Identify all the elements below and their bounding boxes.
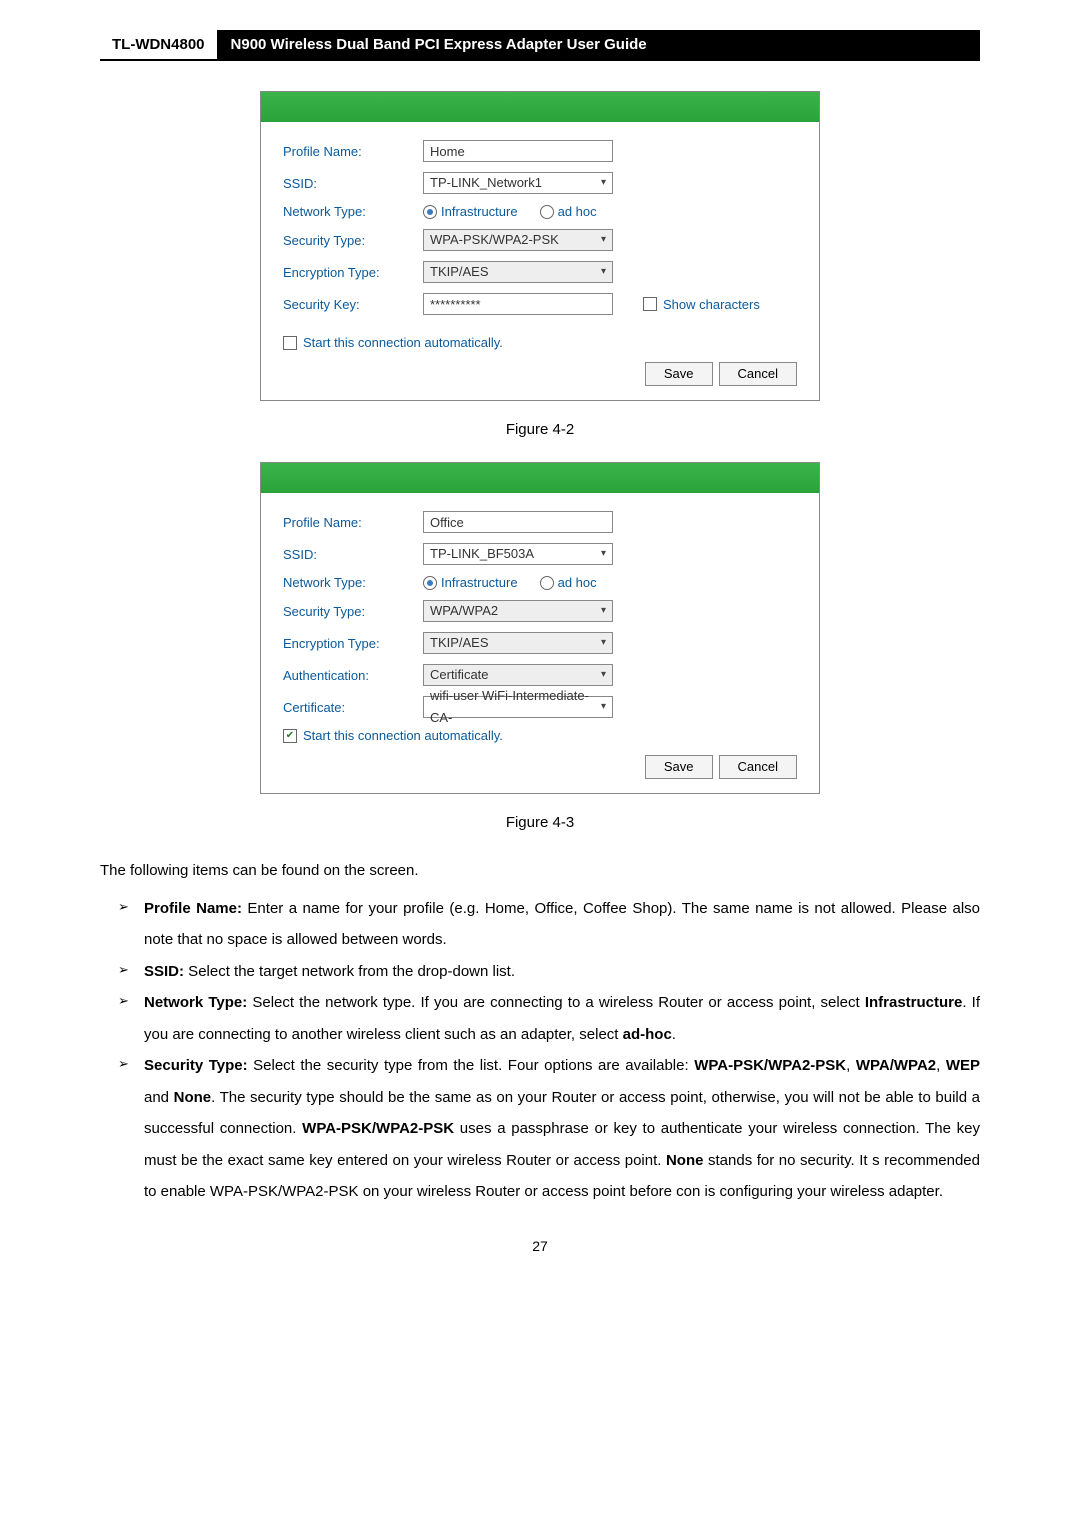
certificate-select[interactable]: wifi-user WiFi-Intermediate-CA- ▾: [423, 696, 613, 718]
adhoc-label: ad hoc: [558, 575, 597, 590]
page-number: 27: [100, 1238, 980, 1254]
encryption-type-select[interactable]: TKIP/AES ▾: [423, 261, 613, 283]
chevron-down-icon: ▾: [601, 632, 606, 654]
item-text: Enter a name for your profile (e.g. Home…: [144, 900, 980, 949]
list-item: Network Type: Select the network type. I…: [100, 987, 980, 1050]
auto-start-checkbox[interactable]: ✔: [283, 729, 297, 743]
cancel-button[interactable]: Cancel: [719, 755, 797, 779]
ssid-label: SSID:: [283, 547, 423, 562]
infrastructure-label: Infrastructure: [441, 575, 518, 590]
authentication-value: Certificate: [430, 664, 489, 686]
authentication-select[interactable]: Certificate ▾: [423, 664, 613, 686]
certificate-value: wifi-user WiFi-Intermediate-CA-: [430, 685, 601, 729]
item-label: SSID:: [144, 963, 184, 980]
security-type-value: WPA/WPA2: [430, 600, 498, 622]
list-item: Security Type: Select the security type …: [100, 1050, 980, 1208]
auto-start-checkbox[interactable]: [283, 336, 297, 350]
ssid-select[interactable]: TP-LINK_Network1 ▾: [423, 172, 613, 194]
dialog-title-bar: [261, 463, 819, 493]
profile-dialog-1: Profile Name: Home SSID: TP-LINK_Network…: [260, 91, 820, 401]
profile-name-input[interactable]: Home: [423, 140, 613, 162]
encryption-type-value: TKIP/AES: [430, 632, 489, 654]
term-opt6: None: [666, 1152, 704, 1169]
adhoc-label: ad hoc: [558, 204, 597, 219]
security-type-value: WPA-PSK/WPA2-PSK: [430, 229, 559, 251]
item-label: Security Type:: [144, 1057, 248, 1074]
infrastructure-radio[interactable]: [423, 576, 437, 590]
item-text: Select the network type. If you are conn…: [247, 994, 865, 1011]
security-type-select[interactable]: WPA/WPA2 ▾: [423, 600, 613, 622]
authentication-label: Authentication:: [283, 668, 423, 683]
intro-text: The following items can be found on the …: [100, 855, 980, 887]
security-type-select[interactable]: WPA-PSK/WPA2-PSK ▾: [423, 229, 613, 251]
security-key-label: Security Key:: [283, 297, 423, 312]
network-type-label: Network Type:: [283, 204, 423, 219]
term-opt5: WPA-PSK/WPA2-PSK: [302, 1120, 454, 1137]
items-list: Profile Name: Enter a name for your prof…: [100, 893, 980, 1208]
encryption-type-value: TKIP/AES: [430, 261, 489, 283]
dialog-title-bar: [261, 92, 819, 122]
chevron-down-icon: ▾: [601, 696, 606, 718]
term-opt3: WEP: [946, 1057, 980, 1074]
item-text: Select the security type from the list. …: [248, 1057, 695, 1074]
show-characters-label: Show characters: [663, 297, 760, 312]
chevron-down-icon: ▾: [601, 261, 606, 283]
network-type-label: Network Type:: [283, 575, 423, 590]
encryption-type-select[interactable]: TKIP/AES ▾: [423, 632, 613, 654]
item-label: Profile Name:: [144, 900, 242, 917]
ssid-value: TP-LINK_Network1: [430, 172, 542, 194]
figure-caption-1: Figure 4-2: [100, 421, 980, 438]
term-opt4: None: [174, 1089, 212, 1106]
profile-name-label: Profile Name:: [283, 515, 423, 530]
chevron-down-icon: ▾: [601, 600, 606, 622]
term-opt1: WPA-PSK/WPA2-PSK: [694, 1057, 846, 1074]
save-button[interactable]: Save: [645, 362, 713, 386]
term-opt2: WPA/WPA2: [856, 1057, 936, 1074]
adhoc-radio[interactable]: [540, 576, 554, 590]
certificate-label: Certificate:: [283, 700, 423, 715]
item-label: Network Type:: [144, 994, 247, 1011]
model-number: TL-WDN4800: [100, 30, 217, 59]
chevron-down-icon: ▾: [601, 543, 606, 565]
auto-start-label: Start this connection automatically.: [303, 335, 503, 350]
item-text: Select the target network from the drop-…: [184, 963, 515, 980]
show-characters-checkbox[interactable]: [643, 297, 657, 311]
ssid-label: SSID:: [283, 176, 423, 191]
doc-title: N900 Wireless Dual Band PCI Express Adap…: [217, 30, 980, 59]
save-button[interactable]: Save: [645, 755, 713, 779]
auto-start-label: Start this connection automatically.: [303, 728, 503, 743]
ssid-value: TP-LINK_BF503A: [430, 543, 534, 565]
profile-name-input[interactable]: Office: [423, 511, 613, 533]
profile-name-label: Profile Name:: [283, 144, 423, 159]
doc-header: TL-WDN4800 N900 Wireless Dual Band PCI E…: [100, 30, 980, 61]
list-item: SSID: Select the target network from the…: [100, 956, 980, 988]
item-text: .: [672, 1026, 676, 1043]
term-infrastructure: Infrastructure: [865, 994, 963, 1011]
adhoc-radio[interactable]: [540, 205, 554, 219]
infrastructure-label: Infrastructure: [441, 204, 518, 219]
figure-caption-2: Figure 4-3: [100, 814, 980, 831]
chevron-down-icon: ▾: [601, 664, 606, 686]
infrastructure-radio[interactable]: [423, 205, 437, 219]
security-type-label: Security Type:: [283, 604, 423, 619]
encryption-type-label: Encryption Type:: [283, 636, 423, 651]
cancel-button[interactable]: Cancel: [719, 362, 797, 386]
security-key-input[interactable]: **********: [423, 293, 613, 315]
ssid-select[interactable]: TP-LINK_BF503A ▾: [423, 543, 613, 565]
list-item: Profile Name: Enter a name for your prof…: [100, 893, 980, 956]
encryption-type-label: Encryption Type:: [283, 265, 423, 280]
chevron-down-icon: ▾: [601, 229, 606, 251]
term-adhoc: ad-hoc: [623, 1026, 672, 1043]
chevron-down-icon: ▾: [601, 172, 606, 194]
profile-dialog-2: Profile Name: Office SSID: TP-LINK_BF503…: [260, 462, 820, 794]
security-type-label: Security Type:: [283, 233, 423, 248]
